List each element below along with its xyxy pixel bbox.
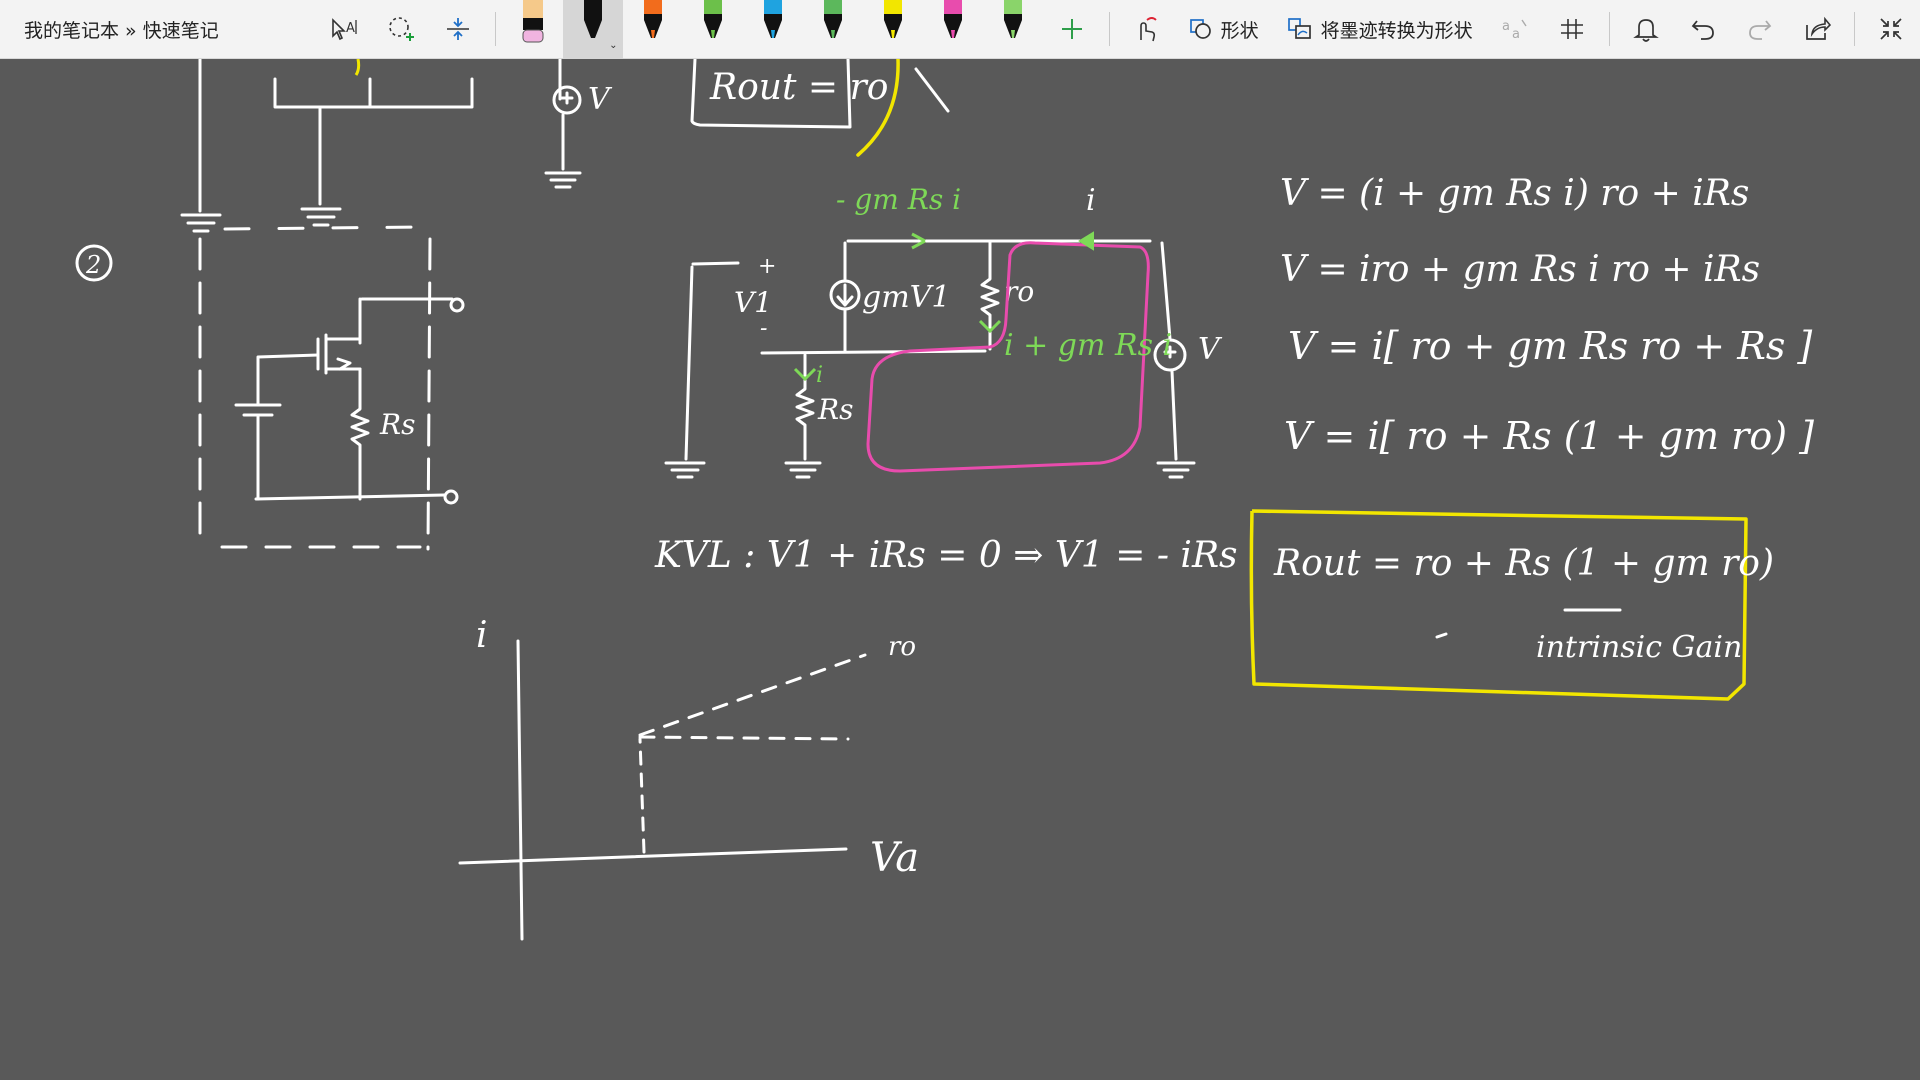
- svg-text:a: a: [1512, 27, 1520, 42]
- ink-layer: V Rout = ro 2 Rs + V1 - gmV1 ro Rs V - g…: [75, 59, 1814, 941]
- equation-1: V = (i + gm Rs i) ro + iRs: [1280, 173, 1749, 214]
- pen-pen-magenta[interactable]: [923, 0, 983, 59]
- green-top-current: - gm Rs i: [836, 183, 961, 216]
- undo-icon[interactable]: [1675, 0, 1732, 59]
- pen-pen-green2[interactable]: [803, 0, 863, 59]
- pen-pen-yellow[interactable]: [863, 0, 923, 59]
- rout-result: Rout = ro + Rs (1 + gm ro): [1273, 543, 1774, 584]
- equation-3: V = i[ ro + gm Rs ro + Rs ]: [1288, 324, 1812, 368]
- toolbar-separator: [1108, 12, 1110, 46]
- pen-pen-black[interactable]: ⌄: [563, 0, 624, 59]
- pen-palette: ⌄: [503, 0, 1043, 59]
- share-icon[interactable]: [1789, 0, 1846, 59]
- add-pen-icon[interactable]: [1043, 0, 1100, 59]
- svg-text:a: a: [1502, 19, 1510, 34]
- toolbar-separator: [1853, 12, 1855, 46]
- pen-pen-blue[interactable]: [743, 0, 803, 59]
- result-box: Rout = ro + Rs (1 + gm ro) intrinsic Gai…: [1249, 509, 1774, 701]
- section-number: 2: [85, 251, 101, 279]
- lasso-text-select-icon[interactable]: A: [315, 0, 372, 59]
- top-v-label: V: [588, 82, 613, 117]
- touch-draw-icon[interactable]: [1118, 0, 1175, 59]
- pen-highlighter-pink[interactable]: [503, 0, 563, 59]
- bell-icon[interactable]: [1618, 0, 1675, 59]
- redo-icon[interactable]: [1732, 0, 1789, 59]
- pen-pen-lime[interactable]: [983, 0, 1043, 59]
- iv-graph: i Va ro: [458, 615, 919, 941]
- top-circuit-fragment: V: [180, 59, 613, 233]
- ruler-icon[interactable]: [1544, 0, 1601, 59]
- equation-4: V = i[ ro + Rs (1 + gm ro) ]: [1284, 414, 1814, 458]
- top-toolbar: 我的笔记本 » 快速笔记 A ⌄ 形状 将墨迹转换为形状 aa: [0, 0, 1920, 59]
- rs-label-mid: Rs: [817, 393, 853, 426]
- ink-to-shape-icon: [1287, 18, 1311, 39]
- intrinsic-gain-label: intrinsic Gain: [1536, 630, 1742, 665]
- graph-x-label: Va: [870, 835, 919, 881]
- toolbar-separator: [1608, 12, 1610, 46]
- shapes-label: 形状: [1220, 19, 1259, 42]
- minus-sign: -: [760, 316, 767, 341]
- graph-ro-label: ro: [888, 632, 916, 662]
- small-signal-circuit: + V1 - gmV1 ro Rs V - gm Rs i i i + gm R…: [664, 183, 1223, 479]
- lasso-select-icon[interactable]: [372, 0, 429, 59]
- toolbar-separator: [494, 12, 496, 46]
- breadcrumb[interactable]: 我的笔记本 » 快速笔记: [0, 16, 309, 43]
- v1-label: V1: [734, 286, 772, 319]
- shapes-button[interactable]: 形状: [1175, 0, 1273, 59]
- pen-pen-orange[interactable]: [623, 0, 683, 59]
- green-mid-current: i + gm Rs i: [1004, 328, 1172, 363]
- i-small-label: i: [816, 363, 823, 388]
- left-circuit-drawing: Rs: [198, 225, 465, 551]
- top-rout-box: Rout = ro: [690, 59, 950, 157]
- onenote-window: 我的笔记本 » 快速笔记 A ⌄ 形状 将墨迹转换为形状 aa V Rout =…: [0, 0, 1920, 1080]
- add-space-icon[interactable]: [429, 0, 486, 59]
- plus-sign: +: [758, 254, 776, 279]
- gm-source-label: gmV1: [862, 280, 950, 315]
- equation-2: V = iro + gm Rs i ro + iRs: [1280, 249, 1760, 290]
- ink-to-shape-label: 将墨迹转换为形状: [1320, 19, 1473, 42]
- v-right-label: V: [1198, 332, 1223, 367]
- i-top-label: i: [1086, 183, 1096, 218]
- ink-to-shape-button[interactable]: 将墨迹转换为形状: [1273, 0, 1487, 59]
- graph-y-label: i: [476, 615, 488, 656]
- shapes-icon: [1189, 19, 1211, 39]
- rs-label-left: Rs: [379, 408, 415, 441]
- chevron-down-icon[interactable]: ⌄: [609, 40, 617, 51]
- pen-pen-green[interactable]: [683, 0, 743, 59]
- svg-text:A: A: [346, 21, 355, 36]
- ink-to-math-icon[interactable]: aa: [1487, 0, 1544, 59]
- top-rout-text: Rout = ro: [709, 67, 888, 108]
- kvl-equation: KVL : V1 + iRs = 0 ⇒ V1 = - iRs: [654, 535, 1238, 576]
- collapse-fullscreen-icon[interactable]: [1863, 0, 1920, 59]
- note-canvas[interactable]: V Rout = ro 2 Rs + V1 - gmV1 ro Rs V - g…: [0, 59, 1920, 1080]
